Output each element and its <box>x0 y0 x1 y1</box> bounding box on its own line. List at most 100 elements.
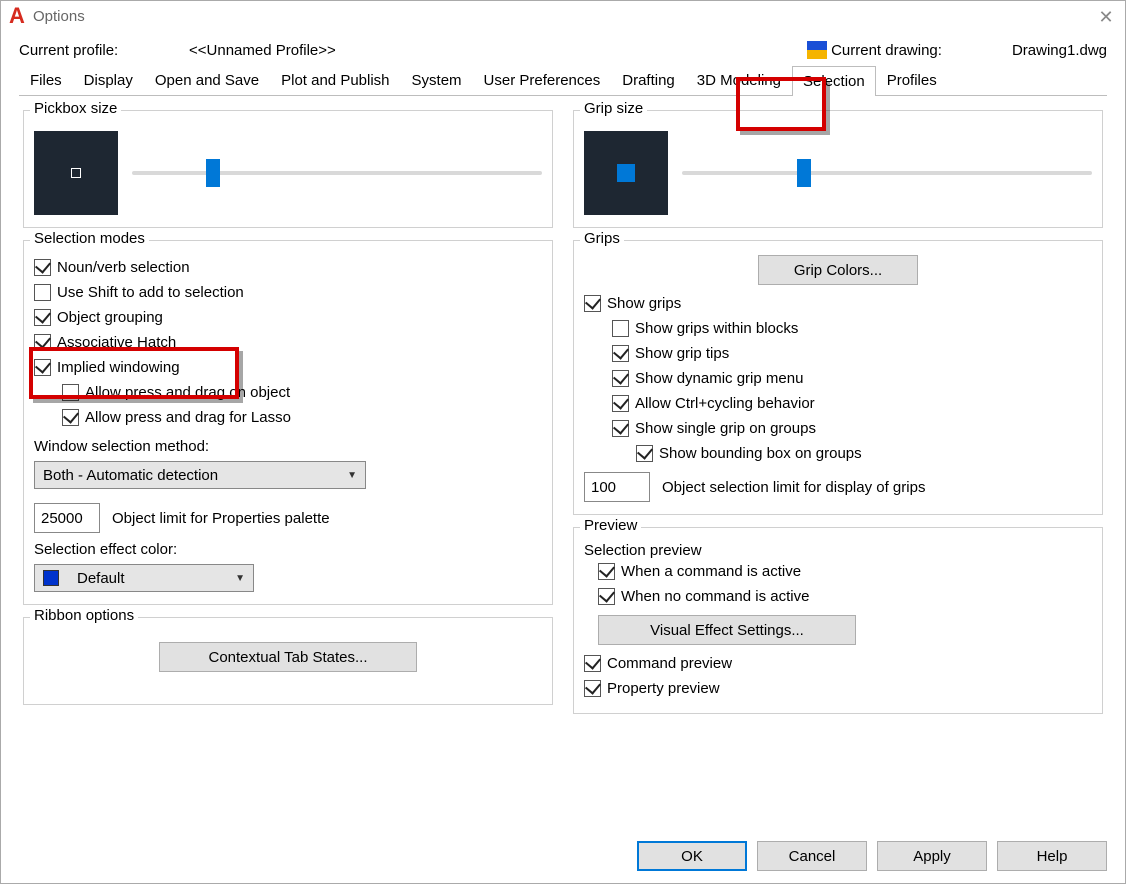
label-property-preview: Property preview <box>607 680 720 697</box>
cancel-button[interactable]: Cancel <box>757 841 867 871</box>
tab-strip: Files Display Open and Save Plot and Pub… <box>19 65 1107 96</box>
tab-3d-modeling[interactable]: 3D Modeling <box>686 65 792 95</box>
selection-modes-title: Selection modes <box>30 230 149 247</box>
checkbox-ctrl-cycling[interactable] <box>612 395 629 412</box>
label-associative-hatch: Associative Hatch <box>57 334 176 351</box>
selection-effect-color-dropdown[interactable]: Default ▼ <box>34 564 254 592</box>
label-shift-add: Use Shift to add to selection <box>57 284 244 301</box>
contextual-tab-states-button[interactable]: Contextual Tab States... <box>159 642 417 672</box>
label-show-grips: Show grips <box>607 295 681 312</box>
label-press-drag-lasso: Allow press and drag for Lasso <box>85 409 291 426</box>
right-column: Grip size Grips Grip Colors... <box>573 110 1103 726</box>
checkbox-implied-windowing[interactable] <box>34 359 51 376</box>
label-single-grip-groups: Show single grip on groups <box>635 420 816 437</box>
checkbox-bbox-groups[interactable] <box>636 445 653 462</box>
pickbox-size-group: Pickbox size <box>23 110 553 228</box>
grip-preview <box>584 131 668 215</box>
label-press-drag-object: Allow press and drag on object <box>85 384 290 401</box>
drawing-file-icon <box>807 41 827 59</box>
checkbox-grip-tips[interactable] <box>612 345 629 362</box>
color-swatch-icon <box>43 570 59 586</box>
close-icon[interactable]: ✕ <box>1091 3 1121 31</box>
label-when-no-command: When no command is active <box>621 588 809 605</box>
apply-button[interactable]: Apply <box>877 841 987 871</box>
pickbox-size-slider[interactable] <box>132 163 542 183</box>
current-drawing-value: Drawing1.dwg <box>1012 42 1107 59</box>
checkbox-single-grip-groups[interactable] <box>612 420 629 437</box>
checkbox-noun-verb[interactable] <box>34 259 51 276</box>
ribbon-options-group: Ribbon options Contextual Tab States... <box>23 617 553 705</box>
window-selection-method-label: Window selection method: <box>34 438 542 455</box>
visual-effect-settings-button[interactable]: Visual Effect Settings... <box>598 615 856 645</box>
grips-title: Grips <box>580 230 624 247</box>
current-profile-value: <<Unnamed Profile>> <box>189 42 336 59</box>
tab-open-and-save[interactable]: Open and Save <box>144 65 270 95</box>
grip-size-group: Grip size <box>573 110 1103 228</box>
label-when-command-active: When a command is active <box>621 563 801 580</box>
label-bbox-groups: Show bounding box on groups <box>659 445 862 462</box>
current-profile-label: Current profile: <box>19 42 189 59</box>
grip-selection-limit-input[interactable]: 100 <box>584 472 650 502</box>
content-area: Pickbox size Selection modes Noun/verb <box>1 96 1125 740</box>
checkbox-when-command-active[interactable] <box>598 563 615 580</box>
ribbon-options-title: Ribbon options <box>30 607 138 624</box>
current-drawing-label: Current drawing: <box>831 42 942 59</box>
label-grip-tips: Show grip tips <box>635 345 729 362</box>
grip-selection-limit-label: Object selection limit for display of gr… <box>662 479 925 496</box>
left-column: Pickbox size Selection modes Noun/verb <box>23 110 553 726</box>
grip-square-icon <box>617 164 635 182</box>
grips-group: Grips Grip Colors... Show grips Show gri… <box>573 240 1103 515</box>
selection-modes-group: Selection modes Noun/verb selection Use … <box>23 240 553 605</box>
tab-display[interactable]: Display <box>73 65 144 95</box>
checkbox-press-drag-lasso[interactable] <box>62 409 79 426</box>
ok-button[interactable]: OK <box>637 841 747 871</box>
tab-selection[interactable]: Selection <box>792 66 876 96</box>
checkbox-when-no-command[interactable] <box>598 588 615 605</box>
label-object-grouping: Object grouping <box>57 309 163 326</box>
tab-user-preferences[interactable]: User Preferences <box>473 65 612 95</box>
pickbox-preview <box>34 131 118 215</box>
grip-size-title: Grip size <box>580 100 647 117</box>
help-button[interactable]: Help <box>997 841 1107 871</box>
label-dynamic-grip-menu: Show dynamic grip menu <box>635 370 803 387</box>
checkbox-dynamic-grip-menu[interactable] <box>612 370 629 387</box>
autocad-app-icon: A <box>9 7 27 25</box>
dropdown-value: Both - Automatic detection <box>43 467 218 484</box>
preview-group: Preview Selection preview When a command… <box>573 527 1103 714</box>
dialog-button-row: OK Cancel Apply Help <box>637 841 1107 871</box>
profile-row: Current profile: <<Unnamed Profile>> Cur… <box>1 37 1125 65</box>
object-limit-label: Object limit for Properties palette <box>112 510 330 527</box>
pickbox-square-icon <box>71 168 81 178</box>
label-implied-windowing: Implied windowing <box>57 359 180 376</box>
selection-effect-color-label: Selection effect color: <box>34 541 542 558</box>
checkbox-associative-hatch[interactable] <box>34 334 51 351</box>
checkbox-grips-within-blocks[interactable] <box>612 320 629 337</box>
tab-plot-and-publish[interactable]: Plot and Publish <box>270 65 400 95</box>
grip-colors-button[interactable]: Grip Colors... <box>758 255 918 285</box>
preview-title: Preview <box>580 517 641 534</box>
tab-drafting[interactable]: Drafting <box>611 65 686 95</box>
window-selection-method-dropdown[interactable]: Both - Automatic detection ▼ <box>34 461 366 489</box>
tab-system[interactable]: System <box>401 65 473 95</box>
grip-size-slider[interactable] <box>682 163 1092 183</box>
titlebar: A Options ✕ <box>1 1 1125 37</box>
pickbox-size-title: Pickbox size <box>30 100 121 117</box>
selection-preview-label: Selection preview <box>584 542 1092 559</box>
window-title: Options <box>33 8 85 25</box>
checkbox-shift-add[interactable] <box>34 284 51 301</box>
chevron-down-icon: ▼ <box>347 470 357 481</box>
checkbox-press-drag-object[interactable] <box>62 384 79 401</box>
label-grips-within-blocks: Show grips within blocks <box>635 320 798 337</box>
checkbox-property-preview[interactable] <box>584 680 601 697</box>
label-noun-verb: Noun/verb selection <box>57 259 190 276</box>
dropdown-value: Default <box>77 570 125 587</box>
checkbox-object-grouping[interactable] <box>34 309 51 326</box>
tab-files[interactable]: Files <box>19 65 73 95</box>
checkbox-command-preview[interactable] <box>584 655 601 672</box>
object-limit-input[interactable]: 25000 <box>34 503 100 533</box>
checkbox-show-grips[interactable] <box>584 295 601 312</box>
tab-profiles[interactable]: Profiles <box>876 65 948 95</box>
chevron-down-icon: ▼ <box>235 573 245 584</box>
label-ctrl-cycling: Allow Ctrl+cycling behavior <box>635 395 815 412</box>
label-command-preview: Command preview <box>607 655 732 672</box>
